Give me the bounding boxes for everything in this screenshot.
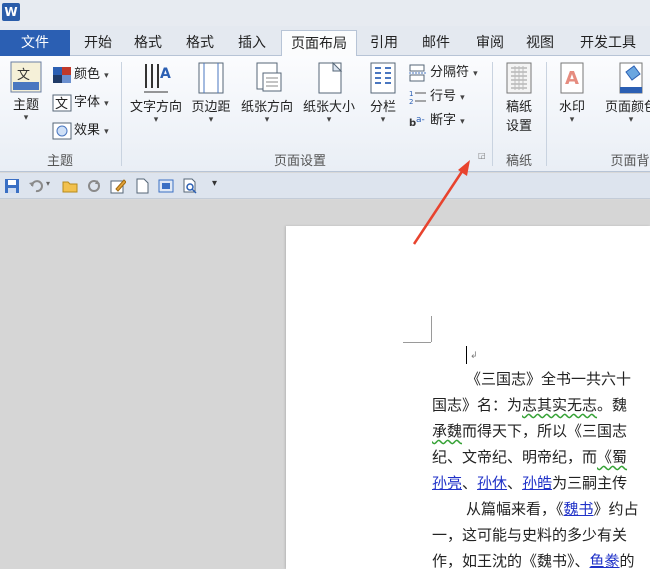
annotation-arrow-icon <box>412 160 470 245</box>
